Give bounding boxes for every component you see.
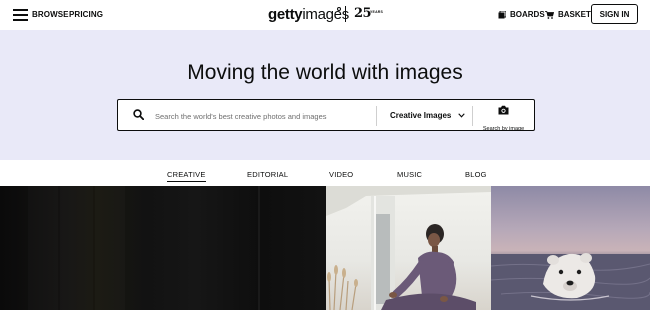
image-type-dropdown[interactable]: Creative Images: [390, 111, 466, 120]
search-icon[interactable]: [133, 109, 144, 120]
logo-divider: [345, 6, 346, 22]
anniversary-badge-word: YEARS: [370, 10, 384, 14]
search-input[interactable]: [155, 107, 370, 125]
chevron-down-icon: [458, 113, 466, 118]
tab-video[interactable]: VIDEO: [329, 170, 353, 179]
content-tabs: CREATIVE EDITORIAL VIDEO MUSIC BLOG: [0, 160, 650, 186]
dark-abstract-image[interactable]: [0, 186, 326, 310]
polar-bear-scene: [491, 253, 650, 310]
search-divider: [376, 106, 377, 126]
search-by-image-button[interactable]: Search by image: [473, 105, 534, 135]
yoga-meditation-image[interactable]: [326, 186, 491, 310]
anniversary-badge-number: 25: [354, 6, 372, 21]
yoga-scene: [326, 186, 491, 310]
boards-label: BOARDS: [510, 10, 545, 19]
basket-link[interactable]: BASKET: [545, 10, 591, 19]
tab-creative[interactable]: CREATIVE: [167, 170, 206, 182]
tab-editorial[interactable]: EDITORIAL: [247, 170, 288, 179]
top-navigation-bar: BROWSE PRICING gettyimages 25 YEARS BOAR…: [0, 0, 650, 30]
hero-title: Moving the world with images: [187, 61, 463, 84]
camera-icon: [498, 105, 509, 115]
pricing-link[interactable]: PRICING: [69, 10, 103, 19]
polar-bear-swimming-image[interactable]: [491, 186, 650, 310]
registered-mark-icon: [337, 7, 341, 11]
sign-in-button[interactable]: SIGN IN: [591, 4, 638, 24]
hamburger-menu-icon[interactable]: [13, 9, 28, 21]
browse-link[interactable]: BROWSE: [32, 10, 69, 19]
boards-link[interactable]: BOARDS: [498, 10, 545, 19]
shopping-cart-icon: [545, 10, 554, 19]
search-by-image-label: Search by image: [482, 126, 525, 132]
search-bar: Creative Images Search by image: [117, 99, 535, 132]
hero-section: Moving the world with images Creative Im…: [0, 30, 650, 160]
tab-music[interactable]: MUSIC: [397, 170, 422, 179]
image-type-selected: Creative Images: [390, 111, 452, 120]
basket-label: BASKET: [558, 10, 591, 19]
featured-images-strip: [0, 186, 650, 310]
tab-blog[interactable]: BLOG: [465, 170, 487, 179]
boards-icon: [498, 10, 506, 18]
